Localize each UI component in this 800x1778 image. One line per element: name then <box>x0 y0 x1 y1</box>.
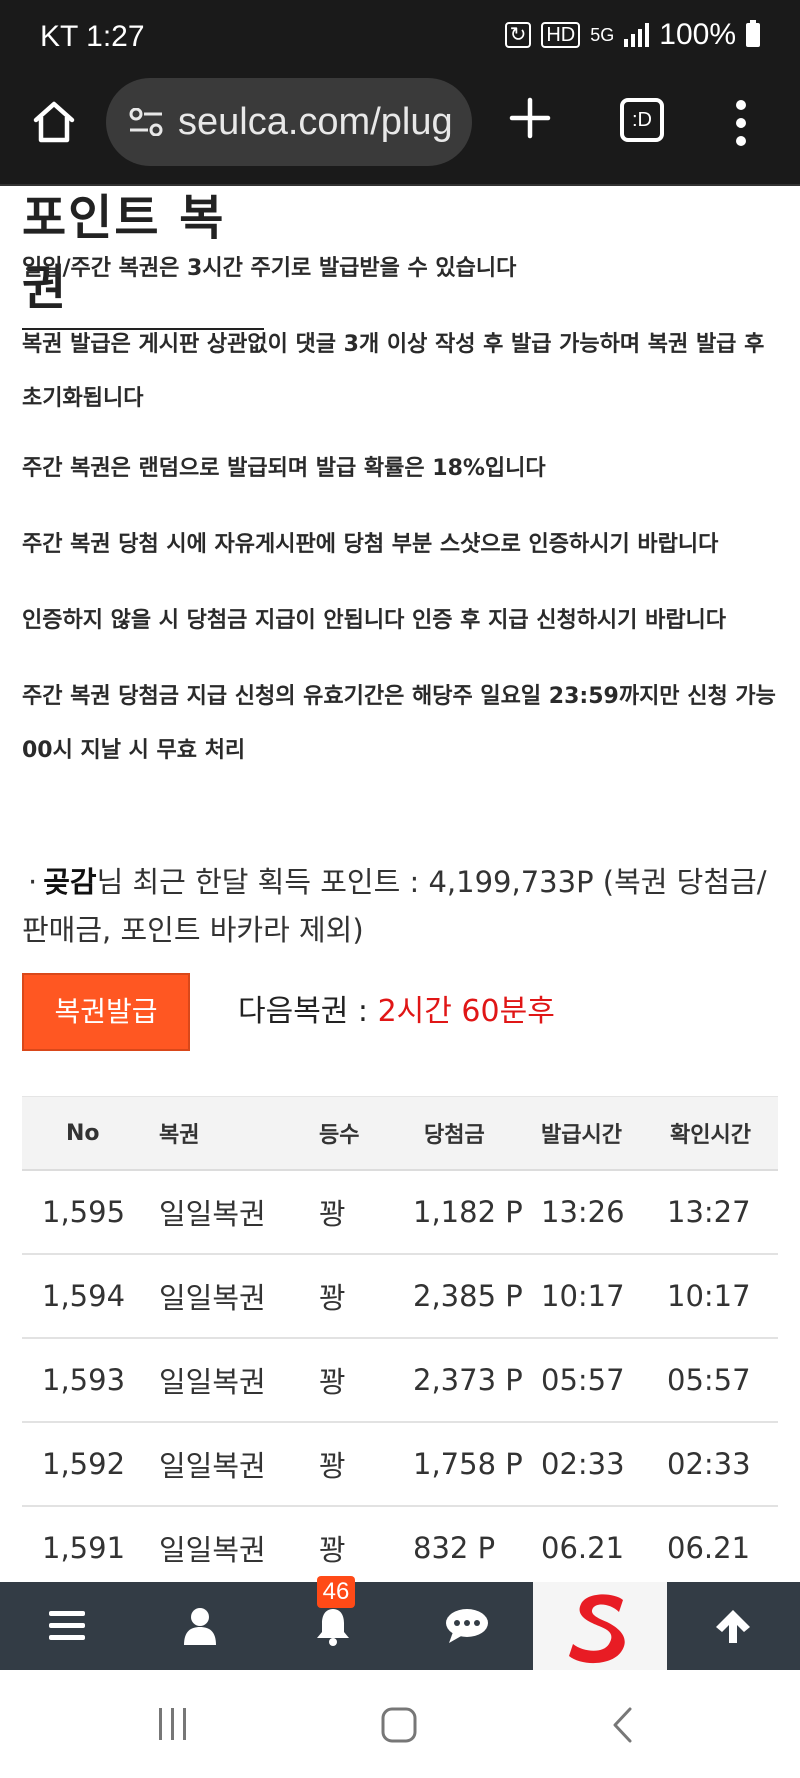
bullet: · <box>28 865 38 899</box>
nav-scroll-top-button[interactable] <box>667 1582 800 1670</box>
cell-issued-time: 10:17 <box>540 1254 666 1339</box>
chat-icon <box>445 1609 488 1643</box>
cell-checked-time: 06.21 <box>666 1506 778 1591</box>
next-ticket-time: 2시간 60분후 <box>377 994 555 1029</box>
menu-icon <box>48 1611 85 1640</box>
notice-text: 주간 복권은 랜덤으로 발급되며 발급 확률은 18%입니다 <box>22 456 546 481</box>
url-text[interactable]: seulca.com/plug <box>178 78 453 166</box>
data-saver-icon: ↻ <box>504 22 532 48</box>
notice-text: 일일/주간 복권은 3시간 주기로 발급받을 수 있습니다 <box>22 256 517 281</box>
issue-ticket-button[interactable]: 복권발급 <box>22 973 190 1051</box>
cell-rank: 꽝 <box>318 1254 412 1339</box>
cell-prize: 1,758 P <box>412 1422 540 1507</box>
table-row[interactable]: 1,593 일일복권 꽝 2,373 P 05:57 05:57 <box>22 1338 778 1423</box>
table-row[interactable]: 1,592 일일복권 꽝 1,758 P 02:33 02:33 <box>22 1422 778 1507</box>
cell-no: 1,593 <box>22 1338 158 1423</box>
column-header-no: No <box>22 1096 158 1171</box>
column-header-issued-time: 발급시간 <box>540 1096 666 1171</box>
nav-menu-button[interactable] <box>0 1582 133 1670</box>
notice-text: 주간 복권 당첨 시에 자유게시판에 당첨 부분 스샷으로 인증하시기 바랍니다 <box>22 532 719 557</box>
status-time: KT 1:27 <box>40 20 145 53</box>
cell-ticket: 일일복권 <box>158 1254 318 1339</box>
battery-icon <box>746 20 760 47</box>
cell-issued-time: 13:26 <box>540 1170 666 1255</box>
cell-prize: 1,182 P <box>412 1170 540 1255</box>
site-bottom-nav: 46 <box>0 1576 800 1670</box>
cell-no: 1,591 <box>22 1506 158 1591</box>
user-name[interactable]: 곶감 <box>43 865 96 899</box>
cell-rank: 꽝 <box>318 1422 412 1507</box>
cell-checked-time: 13:27 <box>666 1170 778 1255</box>
cell-prize: 2,385 P <box>412 1254 540 1339</box>
cell-ticket: 일일복권 <box>158 1170 318 1255</box>
notice-text: 인증하지 않을 시 당첨금 지급이 안됩니다 인증 후 지급 신청하시기 바랍니… <box>22 608 727 633</box>
nav-notifications-button[interactable]: 46 <box>267 1576 400 1670</box>
cell-prize: 2,373 P <box>412 1338 540 1423</box>
site-logo <box>568 1594 625 1664</box>
tab-switcher-button[interactable]: :D <box>620 98 664 142</box>
site-logo-button[interactable] <box>533 1582 667 1670</box>
nav-chat-button[interactable] <box>400 1582 533 1670</box>
table-row[interactable]: 1,595 일일복권 꽝 1,182 P 13:26 13:27 <box>22 1170 778 1255</box>
cell-checked-time: 02:33 <box>666 1422 778 1507</box>
hd-icon: HD <box>541 22 581 48</box>
notice-text: 주간 복권 당첨금 지급 신청의 유효기간은 해당주 일요일 23:59까지만 … <box>22 684 776 763</box>
table-header-row: No 복권 등수 당첨금 발급시간 확인시간 <box>22 1096 778 1171</box>
cell-issued-time: 02:33 <box>540 1422 666 1507</box>
cell-checked-time: 05:57 <box>666 1338 778 1423</box>
cell-issued-time: 06.21 <box>540 1506 666 1591</box>
table-row[interactable]: 1,594 일일복권 꽝 2,385 P 10:17 10:17 <box>22 1254 778 1339</box>
user-icon <box>183 1608 216 1645</box>
address-bar[interactable]: seulca.com/plug <box>106 78 472 166</box>
cell-issued-time: 05:57 <box>540 1338 666 1423</box>
bell-icon <box>317 1609 350 1646</box>
cell-ticket: 일일복권 <box>158 1506 318 1591</box>
column-header-rank: 등수 <box>318 1096 412 1171</box>
next-ticket-timer: 다음복권 : 2시간 60분후 <box>238 986 555 1030</box>
cell-prize: 832 P <box>412 1506 540 1591</box>
site-settings-icon[interactable] <box>128 108 164 136</box>
cell-no: 1,595 <box>22 1170 158 1255</box>
back-icon[interactable] <box>610 1706 636 1744</box>
arrow-up-icon <box>716 1610 751 1643</box>
network-type: 5G <box>590 24 615 45</box>
notification-count-badge: 46 <box>316 1576 356 1608</box>
next-ticket-label: 다음복권 : <box>238 994 378 1029</box>
home-button-icon[interactable] <box>380 1706 418 1744</box>
home-icon[interactable] <box>30 98 78 146</box>
new-tab-icon[interactable] <box>506 94 554 142</box>
column-header-prize: 당첨금 <box>412 1096 540 1171</box>
status-icons: ↻ HD 5G 100% <box>504 18 760 52</box>
table-row[interactable]: 1,591 일일복권 꽝 832 P 06.21 06.21 <box>22 1506 778 1591</box>
cell-checked-time: 10:17 <box>666 1254 778 1339</box>
cell-rank: 꽝 <box>318 1338 412 1423</box>
browser-toolbar: seulca.com/plug :D <box>0 74 800 186</box>
nav-profile-button[interactable] <box>133 1582 266 1670</box>
column-header-ticket: 복권 <box>158 1096 318 1171</box>
notice-text: 복권 발급은 게시판 상관없이 댓글 3개 이상 작성 후 발급 가능하며 복권… <box>22 332 765 411</box>
cell-rank: 꽝 <box>318 1170 412 1255</box>
more-options-icon[interactable] <box>736 100 748 146</box>
cell-no: 1,594 <box>22 1254 158 1339</box>
cell-no: 1,592 <box>22 1422 158 1507</box>
battery-percent: 100% <box>659 18 736 51</box>
ticket-history-table: No 복권 등수 당첨금 발급시간 확인시간 1,595 일일복권 꽝 1,18… <box>22 1096 778 1591</box>
recent-apps-icon[interactable] <box>155 1706 191 1742</box>
system-navigation-bar <box>0 1670 800 1778</box>
status-bar: KT 1:27 ↻ HD 5G 100% <box>0 0 800 74</box>
signal-icon <box>624 23 650 47</box>
cell-ticket: 일일복권 <box>158 1422 318 1507</box>
cell-ticket: 일일복권 <box>158 1338 318 1423</box>
monthly-points-summary: · 곶감님 최근 한달 획득 포인트 : 4,199,733P (복권 당첨금/판… <box>22 858 782 954</box>
column-header-checked-time: 확인시간 <box>666 1096 778 1171</box>
points-text: 님 최근 한달 획득 포인트 : 4,199,733P (복권 당첨금/판매금,… <box>22 865 767 947</box>
